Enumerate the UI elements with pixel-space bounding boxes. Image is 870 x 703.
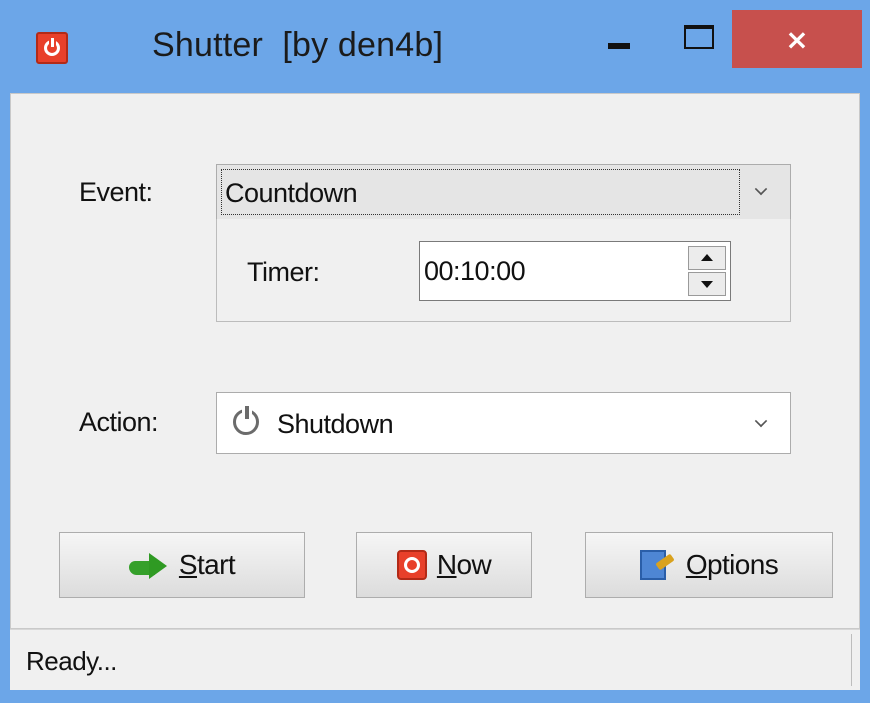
arrow-up-icon — [701, 254, 713, 261]
timer-spinner[interactable] — [688, 246, 726, 296]
now-button-label: Now — [436, 549, 492, 580]
chevron-down-icon[interactable] — [754, 182, 768, 196]
app-power-icon[interactable] — [36, 32, 68, 64]
timer-input[interactable]: 00:10:00 — [419, 241, 731, 301]
spin-up-button[interactable] — [688, 246, 726, 270]
action-label: Action: — [79, 407, 159, 437]
arrow-down-icon — [701, 281, 713, 288]
green-arrow-icon — [128, 551, 169, 579]
status-text: Ready... — [26, 646, 117, 676]
now-button[interactable]: Now — [356, 532, 532, 598]
timer-label: Timer: — [247, 257, 320, 287]
options-button-label: Options — [685, 549, 779, 580]
action-dropdown[interactable]: Shutdown — [216, 392, 791, 454]
options-button[interactable]: Options — [585, 532, 833, 598]
title-bar[interactable]: Shutter [by den4b] × — [0, 0, 870, 92]
chevron-down-icon[interactable] — [754, 414, 768, 428]
spin-down-button[interactable] — [688, 272, 726, 296]
event-dropdown[interactable]: Countdown — [216, 164, 791, 220]
minimize-button[interactable] — [608, 43, 630, 49]
start-button[interactable]: Start — [59, 532, 305, 598]
timer-value[interactable]: 00:10:00 — [424, 256, 526, 287]
action-value: Shutdown — [277, 409, 394, 439]
window-title: Shutter [by den4b] — [152, 26, 444, 64]
power-button-icon — [396, 550, 427, 580]
status-bar: Ready... — [10, 629, 860, 690]
event-label: Event: — [79, 177, 153, 207]
app-window: Shutter [by den4b] × Event: Countdown Ti… — [0, 0, 870, 703]
options-icon — [639, 548, 676, 582]
event-value: Countdown — [225, 178, 358, 208]
power-icon — [233, 406, 259, 435]
main-panel: Event: Countdown Timer: 00:10:00 Action:… — [10, 93, 860, 629]
start-button-label: Start — [178, 549, 236, 580]
maximize-button[interactable] — [684, 25, 714, 49]
close-button[interactable]: × — [732, 10, 862, 68]
status-divider — [851, 634, 852, 686]
